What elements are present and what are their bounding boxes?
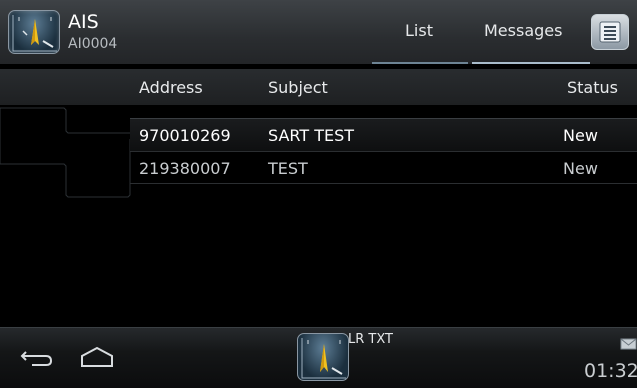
row-address: 970010269 [139,126,231,145]
column-address[interactable]: Address [139,78,203,97]
row-status: New [563,126,598,145]
tab-list-underline [372,62,468,64]
list-menu-icon [599,21,621,43]
home-icon [81,346,113,367]
column-status[interactable]: Status [567,78,618,97]
column-subject[interactable]: Subject [268,78,328,97]
system-bar: LR TXT 01:32 [0,327,637,388]
app-title: AIS [68,11,99,33]
menu-button[interactable] [591,14,629,50]
tab-messages-underline [472,62,590,64]
tree-connector-lines [0,107,132,198]
table-row[interactable]: 970010269 SART TEST New [130,118,637,151]
row-address: 219380007 [139,159,231,178]
app-subtitle: AI0004 [68,36,118,52]
back-button[interactable] [20,348,54,372]
row-subject: TEST [268,159,308,178]
ais-messages-screen: AIS AI0004 List Messages Address Subject… [0,0,637,388]
home-button[interactable] [79,346,115,372]
notification-label: LR TXT [348,332,393,347]
tab-messages[interactable]: Messages [484,21,562,40]
table-header: Address Subject Status [0,69,637,105]
row-subject: SART TEST [268,126,355,145]
tab-list[interactable]: List [405,21,433,40]
ais-notification-icon[interactable] [297,333,349,381]
status-clock: 01:32 [584,360,637,382]
row-status: New [563,159,598,178]
back-icon [20,351,53,366]
app-header: AIS AI0004 List Messages [0,0,637,64]
ais-app-icon[interactable] [8,10,60,54]
mail-icon[interactable] [620,336,637,355]
table-row[interactable]: 219380007 TEST New [130,151,637,184]
